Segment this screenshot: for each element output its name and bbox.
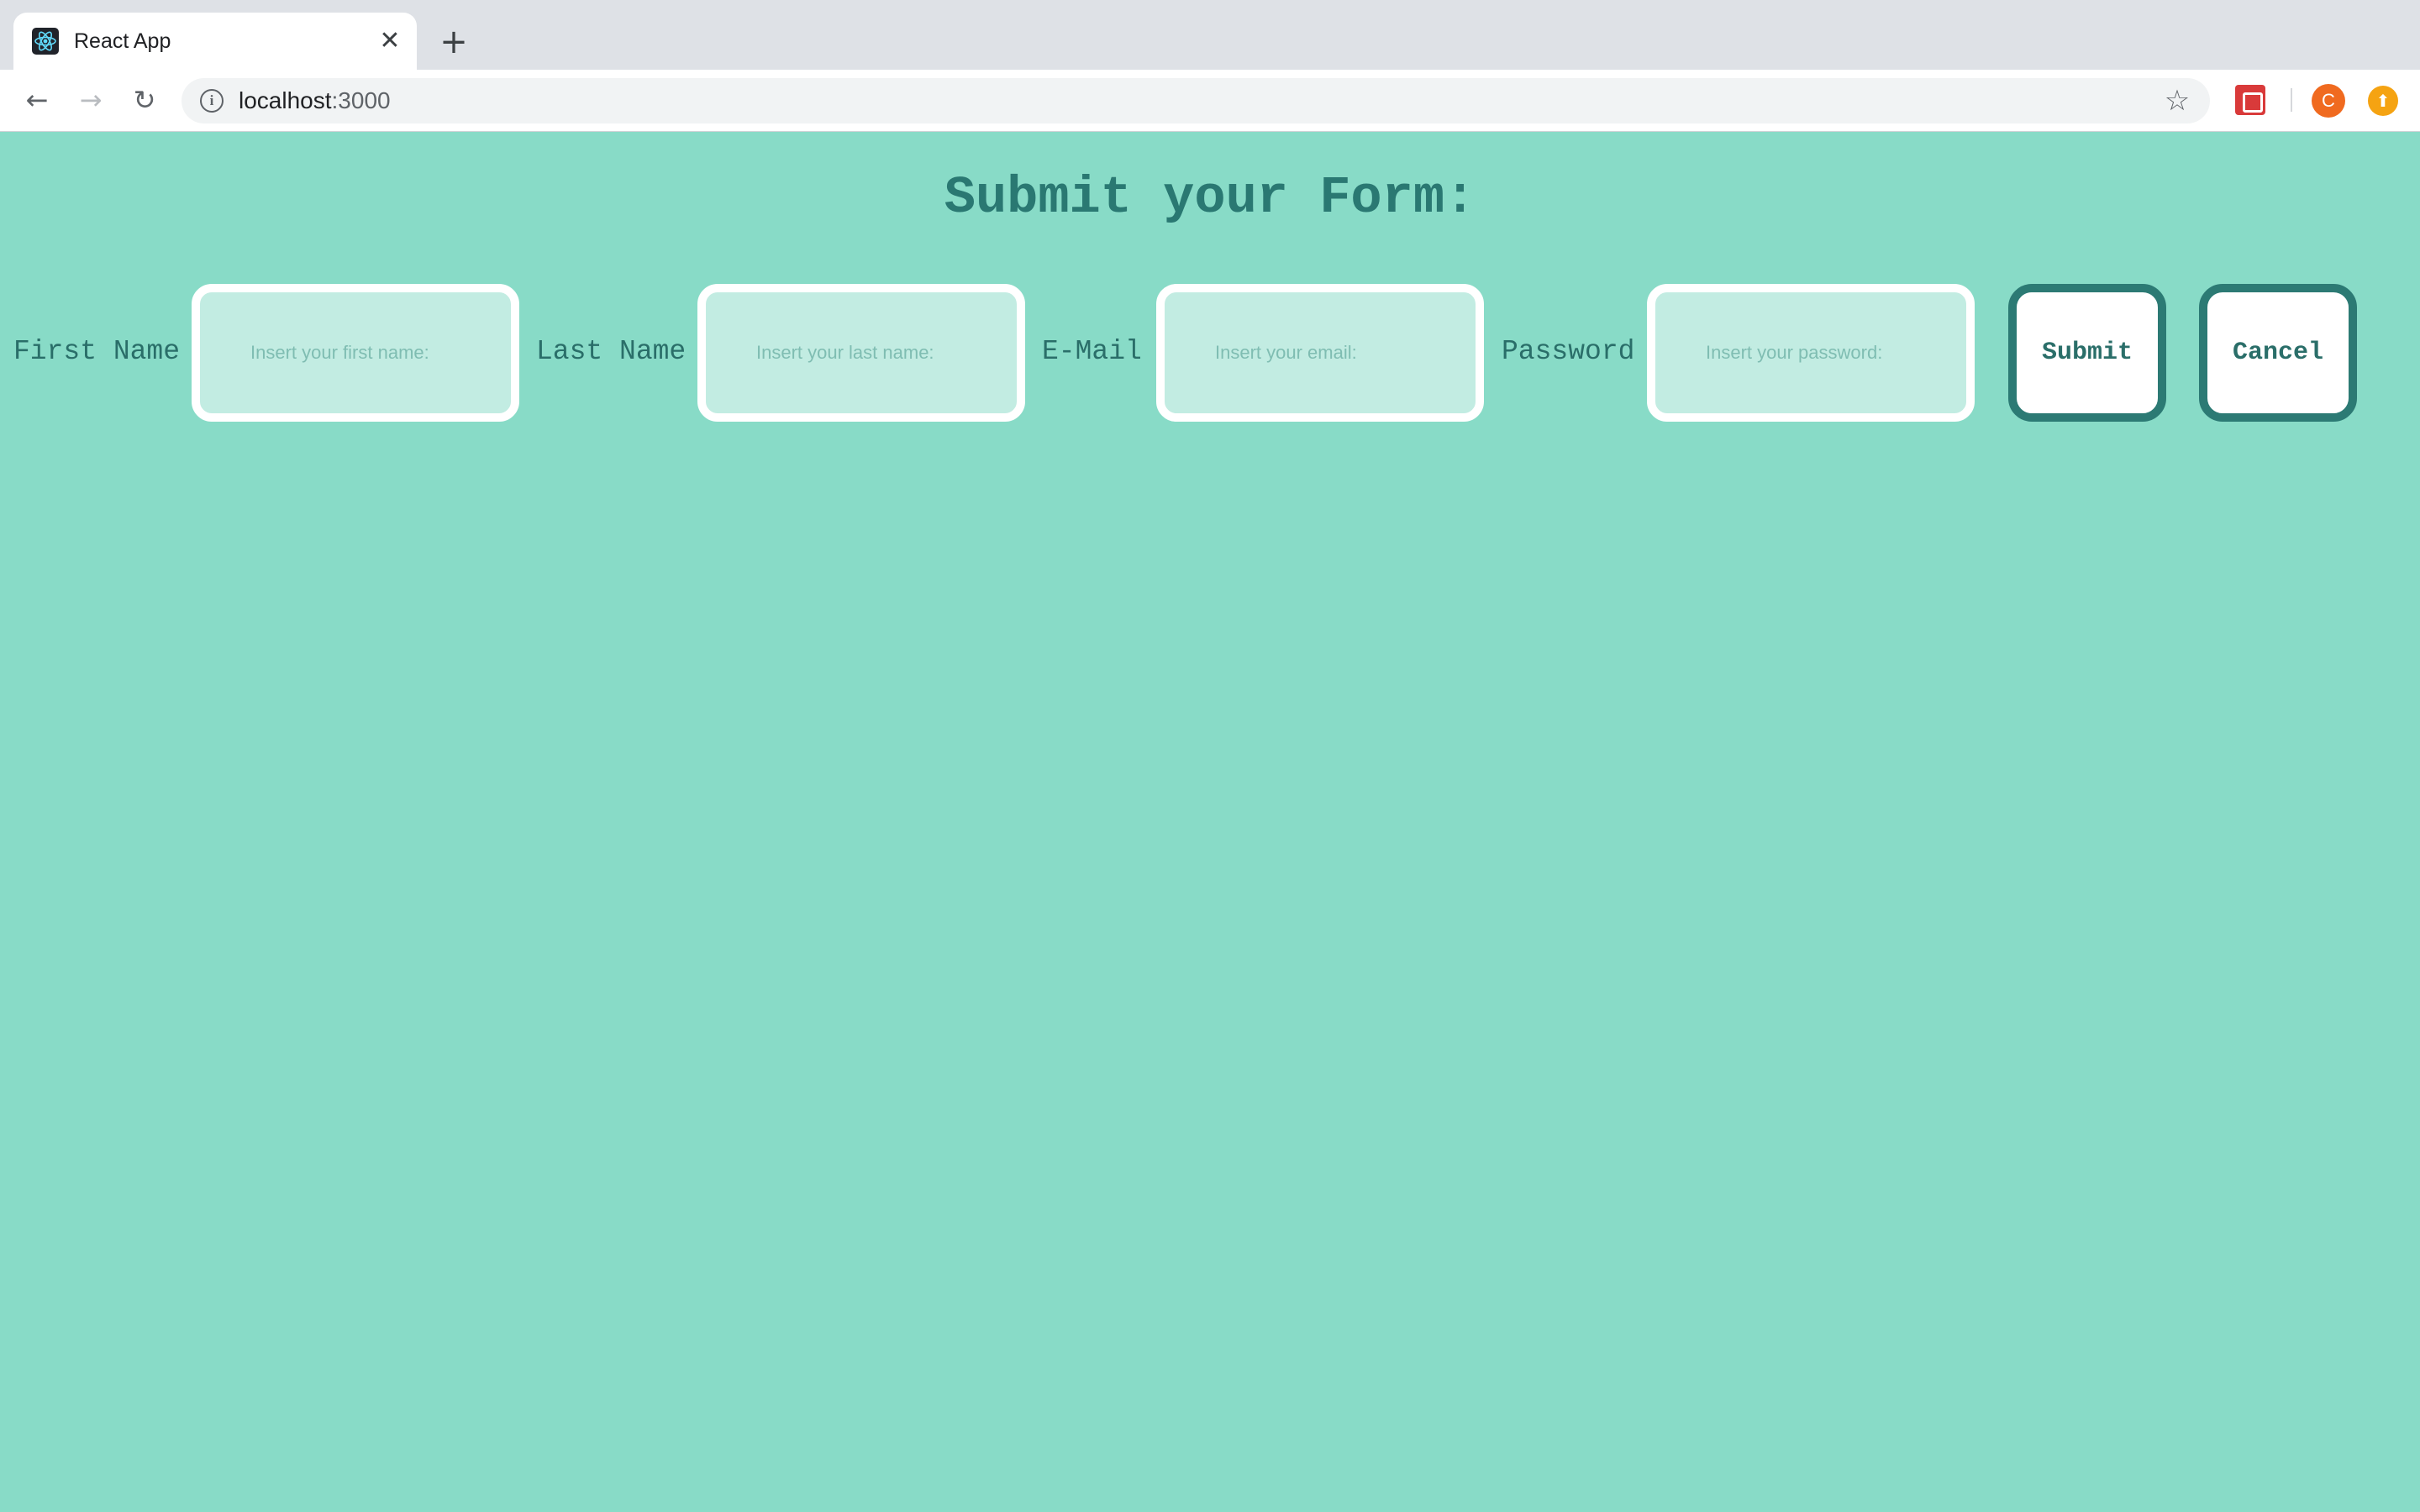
first-name-input[interactable] xyxy=(192,284,519,422)
url-host: localhost xyxy=(239,87,332,113)
toolbar-divider xyxy=(2291,88,2292,112)
password-label: Password xyxy=(1502,336,1635,367)
site-info-icon[interactable]: i xyxy=(200,89,224,113)
last-name-label: Last Name xyxy=(536,336,687,367)
browser-toolbar: ← → ↻ i localhost:3000 ☆ xyxy=(0,70,2420,132)
react-logo-icon xyxy=(32,28,59,55)
tab-close-icon[interactable]: ✕ xyxy=(376,28,403,55)
page-content: Submit your Form: First Name Last Name E… xyxy=(0,132,2420,1512)
page-title: Submit your Form: xyxy=(944,168,1476,228)
reload-icon[interactable]: ↻ xyxy=(126,81,163,118)
cancel-button[interactable]: Cancel xyxy=(2199,284,2357,422)
first-name-label: First Name xyxy=(13,336,181,367)
url-port: :3000 xyxy=(331,87,391,113)
profile-avatar[interactable]: C xyxy=(2312,84,2345,118)
browser-tab-strip: React App ✕ + xyxy=(0,0,2420,70)
email-input[interactable] xyxy=(1156,284,1484,422)
tab-title: React App xyxy=(74,29,171,53)
password-input[interactable] xyxy=(1647,284,1975,422)
new-tab-icon[interactable]: + xyxy=(437,25,471,59)
submit-button[interactable]: Submit xyxy=(2008,284,2166,422)
back-arrow-icon[interactable]: ← xyxy=(18,81,55,118)
email-label: E-Mail xyxy=(1042,336,1142,367)
last-name-input[interactable] xyxy=(697,284,1025,422)
forward-arrow-icon[interactable]: → xyxy=(72,81,109,118)
address-bar[interactable]: i localhost:3000 ☆ xyxy=(182,78,2210,123)
bookmark-star-icon[interactable]: ☆ xyxy=(2161,85,2193,117)
extension-icon[interactable] xyxy=(2235,85,2265,115)
browser-tab[interactable]: React App ✕ xyxy=(13,13,417,70)
url-text[interactable]: localhost:3000 xyxy=(239,88,391,113)
update-icon[interactable]: ⬆ xyxy=(2368,86,2398,116)
